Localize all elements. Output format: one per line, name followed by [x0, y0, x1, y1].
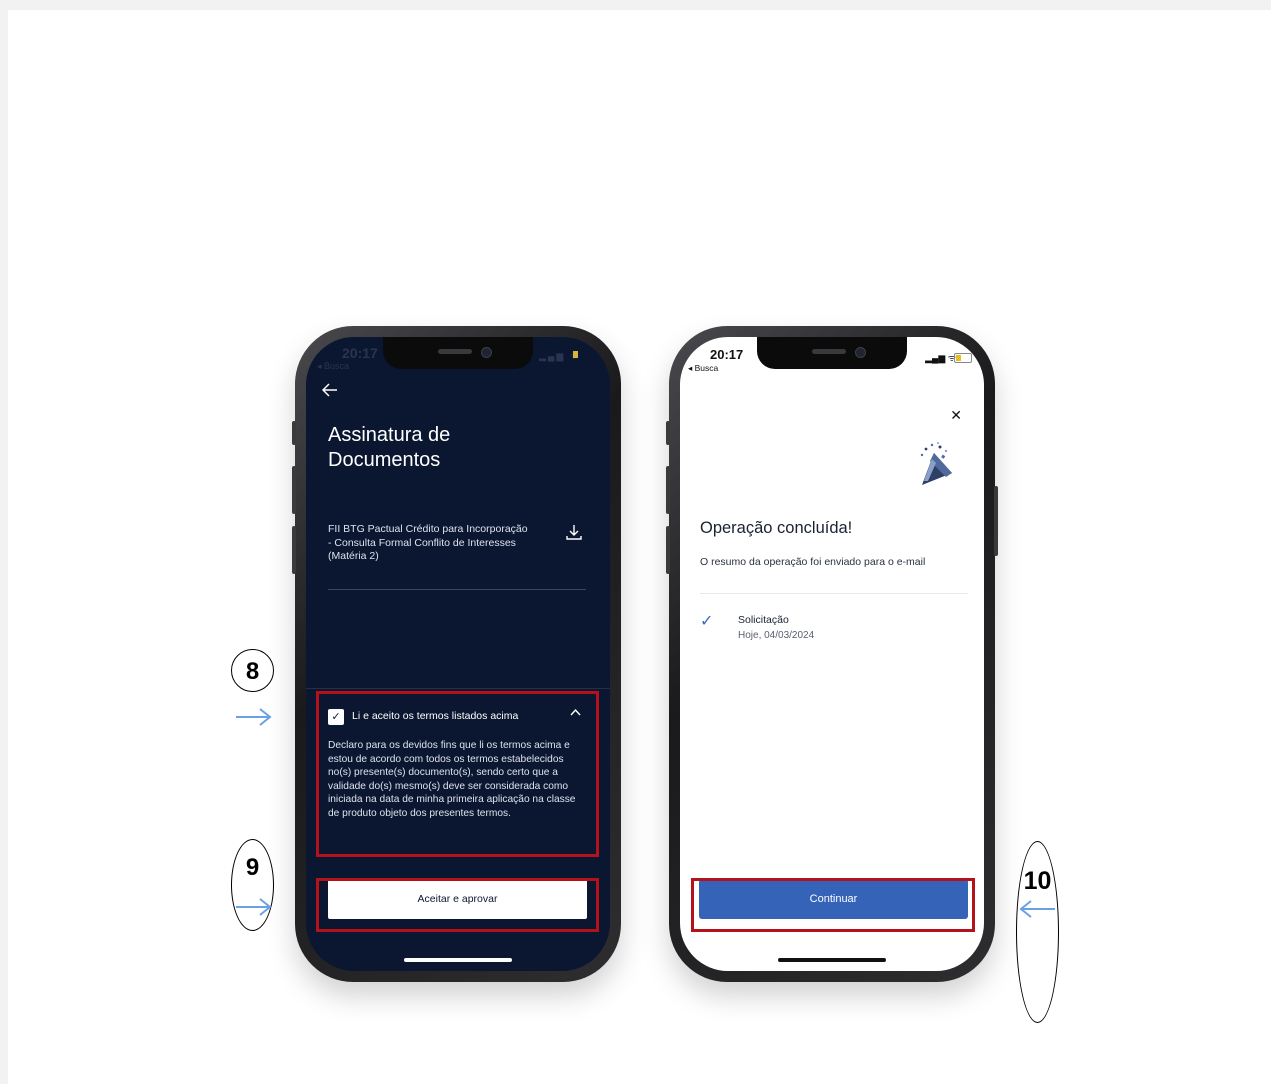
battery-icon: [954, 353, 972, 363]
step-8-arrow-icon: [236, 708, 272, 726]
highlight-continue-button: [691, 878, 975, 932]
home-indicator: [404, 958, 512, 962]
notch: [383, 337, 533, 369]
volume-down-button: [292, 526, 296, 574]
volume-down-button: [666, 526, 670, 574]
request-step-label: Solicitação: [738, 614, 789, 626]
step-8-marker: 8: [231, 649, 274, 692]
highlight-accept-button: [316, 878, 599, 932]
power-button: [994, 486, 998, 556]
home-indicator: [778, 958, 886, 962]
step-10-marker: 10: [1016, 841, 1059, 1023]
step-9-marker: 9: [231, 839, 274, 931]
canvas: [8, 10, 1271, 1084]
success-screen: 20:17 ◂ Busca ▂▄▆ ᯤ ✕ Operação concluída…: [680, 337, 984, 971]
success-subtitle: O resumo da operação foi enviado para o …: [700, 556, 926, 568]
download-icon[interactable]: [565, 523, 583, 541]
highlight-terms-panel: [316, 691, 599, 857]
notch: [757, 337, 907, 369]
close-icon[interactable]: ✕: [950, 407, 962, 424]
back-arrow-icon[interactable]: [321, 381, 338, 402]
status-back-link[interactable]: ◂ Busca: [317, 361, 349, 372]
status-time: 20:17: [710, 347, 744, 362]
document-name[interactable]: FII BTG Pactual Crédito para Incorporaçã…: [328, 523, 528, 564]
step-9-arrow-icon: [236, 898, 272, 916]
party-popper-icon: [912, 441, 962, 491]
summary-divider: [700, 593, 968, 594]
check-icon: ✓: [700, 613, 714, 630]
battery-icon: [573, 351, 578, 358]
mute-switch: [666, 421, 670, 445]
request-step-date: Hoje, 04/03/2024: [738, 630, 815, 641]
success-title: Operação concluída!: [700, 519, 853, 537]
status-time: 20:17: [342, 345, 378, 361]
step-10-arrow-icon: [1019, 900, 1055, 918]
volume-up-button: [292, 466, 296, 514]
terms-panel-separator: [306, 688, 610, 689]
mute-switch: [292, 421, 296, 445]
signature-screen: 20:17 ◂ Busca ▂▄▆ ᯤ Assinatura de Docume…: [306, 337, 610, 971]
document-divider: [328, 589, 586, 590]
page-title: Assinatura de Documentos: [328, 424, 451, 471]
status-back-link[interactable]: ◂ Busca: [688, 363, 718, 374]
volume-up-button: [666, 466, 670, 514]
signal-wifi-icon: ▂▄▆ ᯤ: [925, 353, 956, 363]
